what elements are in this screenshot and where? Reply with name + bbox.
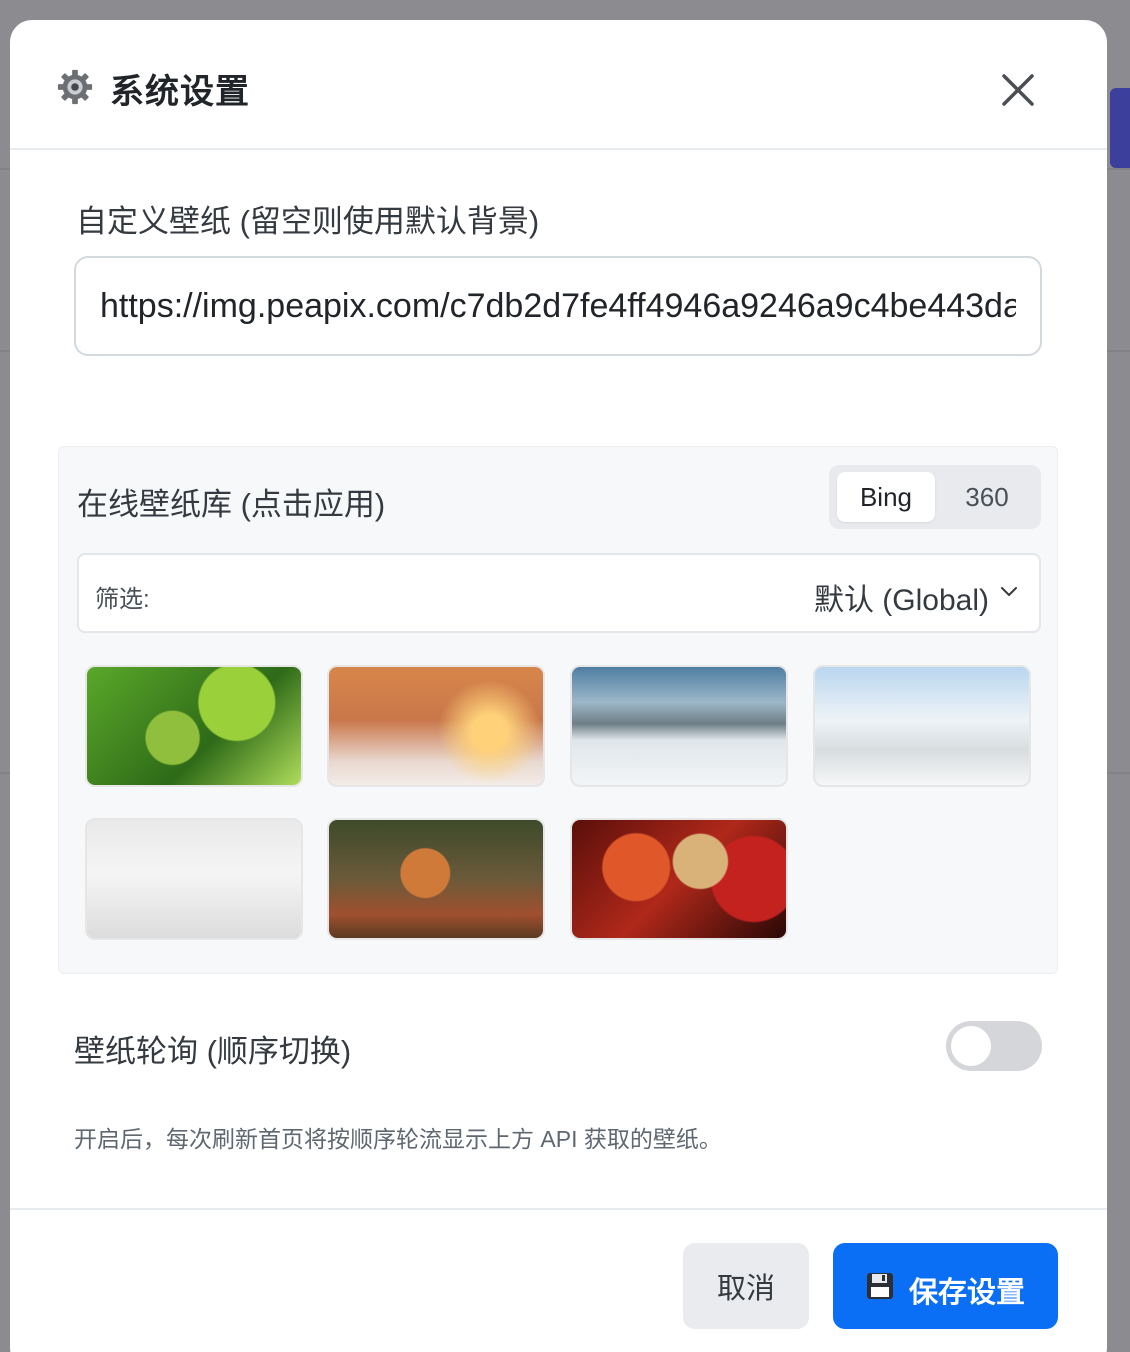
save-settings-button[interactable]: 保存设置 [833,1243,1058,1329]
wallpaper-thumbnail-fox[interactable] [327,818,545,940]
floppy-disk-icon [867,1273,893,1299]
wallpaper-gallery-panel: 在线壁纸库 (点击应用) Bing 360 筛选: 默认 (Global) [58,446,1058,974]
rotation-label: 壁纸轮询 (顺序切换) [74,1034,352,1069]
source-option-360[interactable]: 360 [939,472,1035,522]
modal-header: 系统设置 [10,20,1107,150]
close-icon[interactable] [994,66,1042,114]
wallpaper-thumbnail-snowy-mountain[interactable] [570,665,788,787]
custom-wallpaper-label: 自定义壁纸 (留空则使用默认背景) [76,204,540,239]
source-segmented-control: Bing 360 [829,465,1041,529]
chevron-down-icon [1001,587,1017,596]
gallery-title: 在线壁纸库 (点击应用) [77,487,386,522]
wallpaper-thumbnail-star-lanterns[interactable] [570,818,788,940]
wallpaper-thumbnail-parrot[interactable] [85,665,303,787]
cancel-button[interactable]: 取消 [683,1243,809,1329]
wallpaper-thumbnail-sunset-forest[interactable] [327,665,545,787]
wallpaper-url-input[interactable] [74,256,1042,356]
modal-footer: 取消 保存设置 [10,1208,1107,1352]
save-settings-label: 保存设置 [909,1277,1026,1309]
toggle-knob [951,1026,991,1066]
filter-select[interactable]: 筛选: 默认 (Global) [77,553,1041,633]
settings-modal: 系统设置 自定义壁纸 (留空则使用默认背景) 在线壁纸库 (点击应用) Bing… [10,20,1107,1352]
filter-label: 筛选: [95,586,150,613]
wallpaper-thumbnail-swans[interactable] [85,818,303,940]
rotation-toggle[interactable] [946,1021,1042,1071]
filter-selected-value: 默认 (Global) [813,584,989,617]
wallpaper-thumbnail-frosted-trees[interactable] [813,665,1031,787]
modal-title: 系统设置 [110,73,250,111]
gear-icon [57,69,93,105]
background-accent-tab [1110,88,1130,168]
rotation-hint: 开启后，每次刷新首页将按顺序轮流显示上方 API 获取的壁纸。 [74,1126,722,1152]
source-option-bing[interactable]: Bing [837,472,935,522]
